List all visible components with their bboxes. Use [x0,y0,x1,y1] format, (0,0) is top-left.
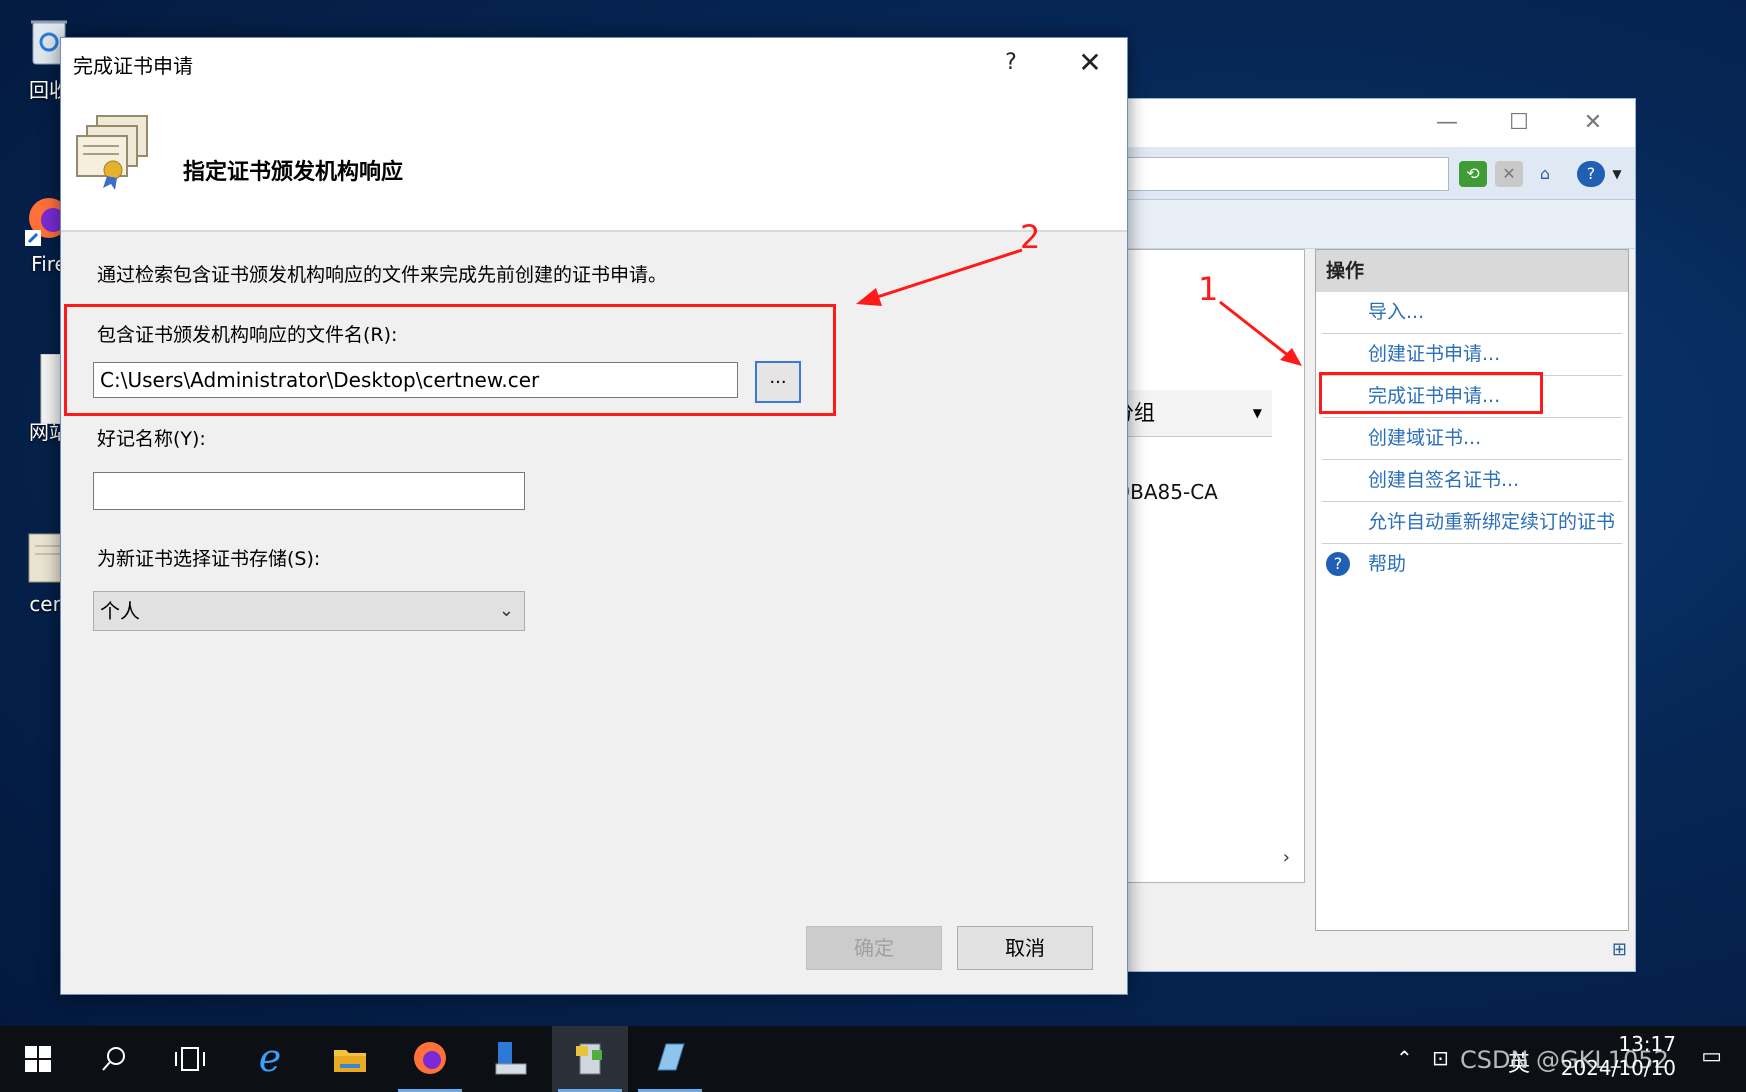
network-icon[interactable]: ⊡ [1432,1046,1449,1070]
close-button[interactable]: ✕ [1065,44,1115,82]
clock[interactable]: 13:17 2024/10/10 [1561,1032,1676,1080]
action-import[interactable]: 导入... [1322,292,1622,334]
annotation-arrow-2 [856,248,1023,306]
iis-manager-icon [576,1043,602,1075]
taskbar-iis-manager[interactable] [552,1026,628,1092]
start-button[interactable] [0,1026,76,1092]
refresh-icon[interactable]: ⟲ [1459,161,1487,187]
home-icon[interactable]: ⌂ [1531,161,1559,187]
iis-toolbar: ⟲ ✕ ⌂ ? ▼ [1091,147,1635,200]
dialog-title: 完成证书申请 [73,54,193,78]
chevron-down-icon: ⌄ [498,600,514,621]
dialog-header: 指定证书颁发机构响应 [61,88,1127,232]
address-bar[interactable] [1091,157,1449,191]
server-manager-icon [495,1042,527,1075]
dialog-titlebar: 完成证书申请 ? ✕ [61,38,1127,88]
iis-manager-window: — ☐ ✕ ⟲ ✕ ⌂ ? ▼ 行分组 ▼ 2S9BA85-CA › 操作 导入… [1090,98,1636,972]
close-icon[interactable]: ✕ [1573,105,1613,141]
action-create-self-signed[interactable]: 创建自签名证书... [1322,460,1622,502]
chevron-down-icon[interactable]: ▼ [1603,161,1631,187]
maximize-icon[interactable]: ☐ [1499,105,1539,141]
actions-pane: 操作 导入... 创建证书申请... 完成证书申请... 创建域证书... 创建… [1315,249,1629,931]
network-status-icon: ⊞ [1611,939,1627,960]
dialog-heading: 指定证书颁发机构响应 [183,160,404,185]
minimize-icon[interactable]: — [1427,105,1467,141]
complete-certificate-request-dialog: 完成证书申请 ? ✕ 指定证书颁发机构响应 通过检索包含证书颁发机构响应的文件来… [60,37,1128,995]
chevron-down-icon: ▼ [1252,406,1262,420]
search-icon [102,1047,125,1071]
certificate-store-label: 为新证书选择证书存储(S): [97,548,321,570]
iis-titlebar: — ☐ ✕ [1091,99,1635,147]
task-view-button[interactable] [152,1026,228,1092]
help-icon[interactable]: ? [1577,161,1605,187]
help-button[interactable]: ? [991,44,1031,82]
stop-icon[interactable]: ✕ [1495,161,1523,187]
notepad-icon [657,1043,685,1071]
friendly-name-label: 好记名称(Y): [97,428,206,450]
chevron-right-icon[interactable]: › [1283,847,1290,868]
taskbar-ie[interactable]: e [232,1026,308,1092]
annotation-box-complete-request [1319,372,1543,414]
internet-explorer-icon: e [258,1036,282,1080]
taskbar-file-explorer[interactable] [312,1026,388,1092]
taskbar-server-manager[interactable] [472,1026,548,1092]
firefox-icon [414,1042,446,1074]
action-label: 帮助 [1368,553,1407,575]
certificate-store-value: 个人 [100,599,140,623]
action-create-request[interactable]: 创建证书申请... [1322,334,1622,376]
action-create-domain-cert[interactable]: 创建域证书... [1322,418,1622,460]
task-view-icon [175,1047,205,1071]
folder-icon [334,1050,366,1072]
action-label: 创建自签名证书... [1368,469,1520,491]
dialog-description: 通过检索包含证书颁发机构响应的文件来完成先前创建的证书申请。 [97,264,668,286]
clock-time: 13:17 [1618,1032,1676,1056]
action-auto-rebind[interactable]: 允许自动重新绑定续订的证书 [1322,502,1622,544]
actions-title: 操作 [1316,250,1628,292]
annotation-box-filename [64,304,836,416]
taskbar: e ⌃ ⊡ 英 CSDN @GKL1052 13:17 2024/10/10 ▭ [0,1026,1746,1092]
chevron-up-icon[interactable]: ⌃ [1396,1046,1413,1070]
action-label: 导入... [1368,301,1425,323]
ok-button[interactable]: 确定 [806,926,942,970]
status-bar: ⊞ [1091,931,1635,971]
notification-icon[interactable]: ▭ [1701,1044,1722,1069]
iis-feature-band [1091,200,1635,249]
windows-icon [25,1046,51,1072]
taskbar-certificate-tool[interactable] [632,1026,708,1092]
certificate-icon [73,112,153,192]
action-label: 创建域证书... [1368,427,1482,449]
help-icon: ? [1326,552,1350,576]
certificate-store-select[interactable]: 个人 ⌄ [93,591,525,631]
action-label: 允许自动重新绑定续订的证书 [1368,511,1616,533]
cancel-button[interactable]: 取消 [957,926,1093,970]
friendly-name-input[interactable] [93,472,525,510]
action-label: 创建证书申请... [1368,343,1501,365]
annotation-arrow-1 [1219,300,1302,366]
taskbar-firefox[interactable] [392,1026,468,1092]
action-help[interactable]: ? 帮助 [1322,544,1622,585]
search-button[interactable] [76,1026,152,1092]
clock-date: 2024/10/10 [1560,1056,1676,1080]
